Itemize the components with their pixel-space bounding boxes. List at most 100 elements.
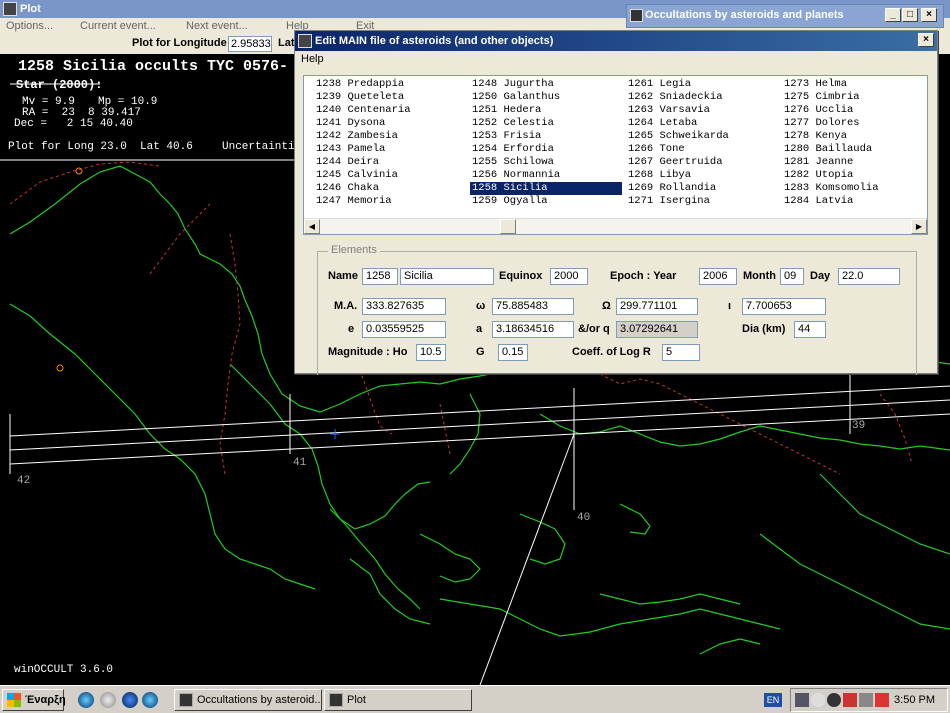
panda-icon[interactable]: [811, 693, 825, 707]
month-field[interactable]: 09: [780, 268, 804, 285]
longitude-input[interactable]: 2.95833: [228, 36, 272, 52]
list-item[interactable]: 1239 Queteleta: [314, 91, 466, 104]
list-item[interactable]: 1255 Schilowa: [470, 156, 622, 169]
app-icon: [630, 9, 643, 22]
list-item[interactable]: 1258 Sicilia: [470, 182, 622, 195]
language-indicator[interactable]: EN: [764, 693, 782, 707]
scroll-left-icon[interactable]: ◀: [304, 219, 320, 234]
list-item[interactable]: 1265 Schweikarda: [626, 130, 778, 143]
list-item[interactable]: 1283 Komsomolia: [782, 182, 927, 195]
list-item[interactable]: 1242 Zambesia: [314, 130, 466, 143]
asteroid-column-2: 1248 Jugurtha 1250 Galanthus 1251 Hedera 12…: [470, 78, 622, 208]
year-field[interactable]: 2006: [699, 268, 737, 285]
equinox-field[interactable]: 2000: [550, 268, 588, 285]
omega-big-field[interactable]: 299.771101: [616, 298, 698, 315]
day-field[interactable]: 22.0: [838, 268, 900, 285]
magnitude-ho-label: Magnitude : Ho: [328, 346, 408, 358]
list-item[interactable]: 1276 Ucclia: [782, 104, 927, 117]
clock: 3:50 PM: [894, 694, 935, 706]
list-item[interactable]: 1275 Cimbria: [782, 91, 927, 104]
media-player-icon[interactable]: [122, 692, 138, 708]
list-item[interactable]: 1281 Jeanne: [782, 156, 927, 169]
scroll-right-icon[interactable]: ▶: [911, 219, 927, 234]
edit-titlebar[interactable]: Edit MAIN file of asteroids (and other o…: [295, 31, 937, 51]
close-button[interactable]: ×: [921, 8, 937, 22]
menu-next-event[interactable]: Next event...: [186, 18, 248, 34]
list-item[interactable]: 1267 Geertruida: [626, 156, 778, 169]
list-item[interactable]: 1248 Jugurtha: [470, 78, 622, 91]
name-field[interactable]: Sicilia: [400, 268, 494, 285]
browser-icon[interactable]: [142, 692, 158, 708]
ma-field[interactable]: 333.827635: [362, 298, 446, 315]
list-item[interactable]: 1273 Helma: [782, 78, 927, 91]
list-item[interactable]: 1256 Normannia: [470, 169, 622, 182]
taskbar-plot[interactable]: Plot: [324, 689, 472, 711]
security-alert-icon[interactable]: [843, 693, 857, 707]
list-item[interactable]: 1266 Tone: [626, 143, 778, 156]
omega-small-field[interactable]: 75.885483: [492, 298, 574, 315]
a-field[interactable]: 3.18634516: [492, 321, 574, 338]
minimize-button[interactable]: _: [885, 8, 901, 22]
list-item[interactable]: 1252 Celestia: [470, 117, 622, 130]
list-item[interactable]: 1263 Varsavia: [626, 104, 778, 117]
windows-logo-icon: [7, 693, 21, 707]
antivirus-icon[interactable]: [827, 693, 841, 707]
ho-field[interactable]: 10.5: [416, 344, 446, 361]
shadow-path: [9, 374, 950, 686]
e-field[interactable]: 0.03559525: [362, 321, 446, 338]
list-item[interactable]: 1278 Kenya: [782, 130, 927, 143]
list-item[interactable]: 1238 Predappia: [314, 78, 466, 91]
network-disconnected-icon[interactable]: [875, 693, 889, 707]
close-button[interactable]: ×: [918, 33, 934, 47]
list-item[interactable]: 1247 Memoria: [314, 195, 466, 208]
edit-menu-help[interactable]: Help: [301, 53, 324, 65]
ie-icon[interactable]: [78, 692, 94, 708]
list-item[interactable]: 1269 Rollandia: [626, 182, 778, 195]
event-title: 1258 Sicilia occults TYC 0576-: [18, 58, 289, 75]
list-item[interactable]: 1280 Baillauda: [782, 143, 927, 156]
list-item[interactable]: 1243 Pamela: [314, 143, 466, 156]
list-item[interactable]: 1250 Galanthus: [470, 91, 622, 104]
list-item[interactable]: 1246 Chaka: [314, 182, 466, 195]
list-item[interactable]: 1282 Utopia: [782, 169, 927, 182]
maximize-button[interactable]: □: [902, 8, 918, 22]
start-button[interactable]: Έναρξη: [2, 689, 66, 711]
asteroid-column-4: 1273 Helma 1275 Cimbria 1276 Ucclia 1277 Do…: [782, 78, 927, 208]
list-item[interactable]: 1241 Dysona: [314, 117, 466, 130]
number-field[interactable]: 1258: [362, 268, 398, 285]
list-item[interactable]: 1253 Frisia: [470, 130, 622, 143]
list-item[interactable]: 1245 Calvinia: [314, 169, 466, 182]
list-item[interactable]: 1277 Dolores: [782, 117, 927, 130]
scroll-thumb[interactable]: [500, 219, 516, 234]
occultations-window[interactable]: Occultations by asteroids and planets _ …: [626, 4, 944, 28]
list-item[interactable]: 1264 Letaba: [626, 117, 778, 130]
list-item[interactable]: 1261 Legia: [626, 78, 778, 91]
list-item[interactable]: 1262 Sniadeckia: [626, 91, 778, 104]
list-item[interactable]: 1271 Isergina: [626, 195, 778, 208]
show-desktop-icon[interactable]: [100, 692, 116, 708]
list-item[interactable]: 1240 Centenaria: [314, 104, 466, 117]
coeff-field[interactable]: 5: [662, 344, 700, 361]
list-item[interactable]: 1251 Hedera: [470, 104, 622, 117]
i-field[interactable]: 7.700653: [742, 298, 826, 315]
list-item[interactable]: 1254 Erfordia: [470, 143, 622, 156]
i-label: ι: [728, 300, 732, 312]
lat-label-40: 40: [577, 512, 591, 524]
list-item[interactable]: 1259 Ogyalla: [470, 195, 622, 208]
volume-icon[interactable]: [859, 693, 873, 707]
network-icon[interactable]: [795, 693, 809, 707]
list-item[interactable]: 1284 Latvia: [782, 195, 927, 208]
asteroid-list[interactable]: 1238 Predappia 1239 Queteleta 1240 Centena…: [303, 75, 928, 235]
asteroid-column-3: 1261 Legia 1262 Sniadeckia 1263 Varsavia 12…: [626, 78, 778, 208]
g-field[interactable]: 0.15: [498, 344, 528, 361]
edit-main-window: Edit MAIN file of asteroids (and other o…: [294, 30, 938, 375]
horizontal-scrollbar[interactable]: ◀ ▶: [304, 218, 927, 234]
taskbar-occultations[interactable]: Occultations by asteroid...: [174, 689, 322, 711]
menu-options[interactable]: Options...: [6, 18, 53, 34]
list-item[interactable]: 1268 Libya: [626, 169, 778, 182]
menu-current-event[interactable]: Current event...: [80, 18, 156, 34]
dia-field[interactable]: 44: [794, 321, 826, 338]
omega-big-label: Ω: [602, 300, 611, 312]
list-item[interactable]: 1244 Deira: [314, 156, 466, 169]
plot-for-label: Plot for Long 23.0 Lat 40.6: [8, 141, 193, 153]
